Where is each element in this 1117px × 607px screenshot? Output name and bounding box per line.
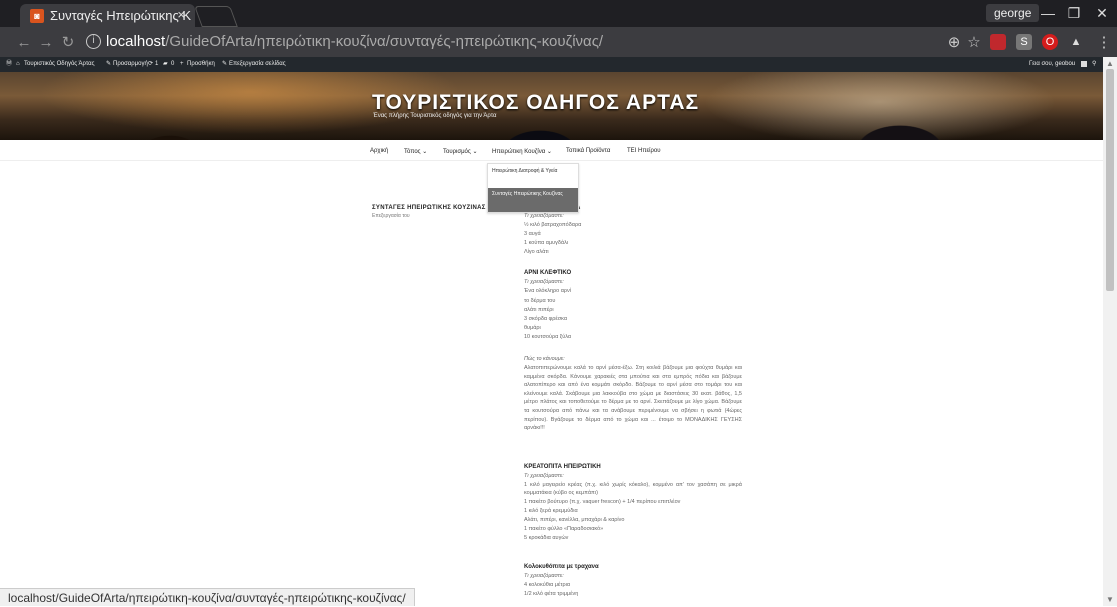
ingredient: το δέρμα του	[524, 298, 556, 304]
menu-dots-icon[interactable]: ⋮	[1094, 33, 1114, 53]
wp-updates-count[interactable]: 1	[155, 57, 158, 72]
home-icon: ⌂	[16, 61, 20, 67]
ingredient: θυμάρι	[524, 325, 541, 331]
edit-link[interactable]: Επεξεργασία του	[372, 213, 410, 219]
site-title[interactable]: ΤΟΥΡΙΣΤΙΚΟΣ ΟΔΗΓΟΣ ΑΡΤΑΣ	[372, 91, 699, 115]
plus-icon: +	[180, 61, 184, 67]
recipe-need-label: Τι χρειαζόμαστε:	[524, 213, 564, 219]
ingredient: 1 κούπα αμυγδάλι	[524, 240, 569, 246]
recipe-need-label: Τι χρειαζόμαστε:	[524, 573, 564, 579]
ingredient: 1 πακέτο βούτυρο (π.χ. vaquer frescon) +…	[524, 499, 681, 505]
customize-icon: ✎	[106, 61, 112, 67]
wp-customize-link[interactable]: Προσαρμογή	[113, 57, 148, 72]
recipe-need-label: Τι χρειαζόμαστε:	[524, 473, 564, 479]
chevron-down-icon: ⌄	[546, 149, 552, 155]
ingredient: Λίγο αλάτι	[524, 249, 549, 255]
scroll-up-icon[interactable]: ▲	[1106, 59, 1114, 68]
ingredient: 4 κολοκύθια μέτρια	[524, 582, 571, 588]
recipe-title: Κολοκυθόπιτα με τραχανα	[524, 564, 599, 570]
ingredient: 1 πακέτο φύλλο «Παραδοσιακό»	[524, 526, 604, 532]
ingredient: 1 κιλό ξερά κρεμμύδια	[524, 508, 578, 514]
wp-admin-bar: Ⓦ ⌂ Τουριστικός Οδηγός Άρτας ✎ Προσαρμογ…	[0, 57, 1103, 72]
comments-icon: ▰	[163, 61, 168, 67]
ingredient: Ένα ολόκληρο αρνί	[524, 288, 572, 294]
zoom-icon[interactable]: ⊕	[944, 33, 964, 53]
wp-new-link[interactable]: Προσθήκη	[187, 57, 215, 72]
recipe-how-label: Πώς το κάνουμε:	[524, 356, 565, 362]
reload-icon[interactable]: ↻	[58, 33, 78, 53]
submenu-item-recipes[interactable]: Συνταγές Ηπειρώτικης Κουζίνας	[488, 188, 578, 212]
divider	[0, 160, 1103, 161]
main-navigation: Αρχική Τόπος ⌄ Τουρισμός ⌄ Ηπειρώτικη Κο…	[0, 146, 1103, 159]
menu-item-local-products[interactable]: Τοπικά Προϊόντα	[566, 148, 610, 154]
address-bar[interactable]: i localhost/GuideOfArta/ηπειρώτικη-κουζί…	[80, 31, 985, 53]
extension-s-icon[interactable]: S	[1016, 34, 1032, 50]
wp-greeting[interactable]: Γεια σου, geobou	[1029, 57, 1075, 72]
close-window-icon[interactable]: ✕	[1088, 2, 1116, 24]
wp-comments-count[interactable]: 0	[171, 57, 174, 72]
url-path: /GuideOfArta/ηπειρώτικη-κουζίνα/συνταγές…	[165, 33, 604, 50]
menu-item-label: Τουρισμός	[443, 149, 471, 155]
back-icon[interactable]: ←	[14, 33, 34, 53]
cuisine-submenu: Ηπειρώτικη Διατροφή & Υγεία Συνταγές Ηπε…	[487, 163, 579, 213]
ingredient: ½ κιλό βατραχοπόδαρα	[524, 222, 582, 228]
wp-search-icon[interactable]: ⚲	[1092, 57, 1096, 72]
chevron-down-icon: ⌄	[422, 149, 428, 155]
opera-icon[interactable]: O	[1042, 34, 1058, 50]
menu-item-place[interactable]: Τόπος ⌄	[404, 148, 427, 155]
page-title: ΣΥΝΤΑΓΕΣ ΗΠΕΙΡΩΤΙΚΗΣ ΚΟΥΖΙΝΑΣ	[372, 205, 486, 211]
recipe-need-label: Τι χρειαζόμαστε:	[524, 279, 564, 285]
status-bar-url: localhost/GuideOfArta/ηπειρώτικη-κουζίνα…	[0, 588, 415, 606]
recipe-title: ΚΡΕΑΤΟΠΙΤΑ ΗΠΕΙΡΩΤΙΚΗ	[524, 464, 601, 470]
minimize-icon[interactable]: —	[1034, 2, 1062, 24]
ingredient: Αλάτι, πιπέρι, κανέλλα, μπαχάρι & καρίνο	[524, 517, 625, 523]
ingredient: αλάτι πιπέρι	[524, 307, 554, 313]
scroll-thumb[interactable]	[1106, 69, 1114, 291]
browser-toolbar: ← → ↻ i localhost/GuideOfArta/ηπειρώτικη…	[0, 27, 1117, 57]
tab-title: Συνταγές Ηπειρώτικης Κ	[50, 8, 191, 23]
menu-item-label: Ηπειρώτικη Κουζίνα	[492, 149, 546, 155]
ingredient: 1/2 κιλό φέτα τριμμένη	[524, 591, 579, 597]
edit-icon: ✎	[222, 61, 228, 67]
submenu-item-diet[interactable]: Ηπειρώτικη Διατροφή & Υγεία	[492, 168, 576, 175]
ingredient: 3 σκόρδα φρέσκα	[524, 316, 568, 322]
menu-item-tei[interactable]: ΤΕΙ Ηπείρου	[627, 148, 661, 154]
site-tagline: Ένας πλήρης Τουριστικός οδηγός για την Ά…	[373, 113, 497, 119]
tab-close-icon[interactable]: ×	[177, 7, 185, 22]
site-info-icon[interactable]: i	[86, 34, 101, 49]
browser-tab[interactable]: ◙ Συνταγές Ηπειρώτικης Κ ×	[20, 4, 195, 27]
ingredient: 5 κροκάδια αυγών	[524, 535, 569, 541]
bookmark-star-icon[interactable]: ☆	[964, 33, 984, 53]
new-tab-button[interactable]	[194, 6, 238, 27]
url-host: localhost	[106, 33, 166, 50]
wp-logo-icon[interactable]: Ⓦ	[6, 57, 12, 72]
submenu-item-label: Συνταγές Ηπειρώτικης Κουζίνας	[492, 191, 563, 197]
profile-button[interactable]: george	[986, 4, 1040, 22]
recipe-instructions: Αλατοπιπερώνουμε καλά το αρνί μέσα-έξω. …	[524, 365, 742, 432]
ingredient: 3 αυγά	[524, 231, 541, 237]
menu-item-label: Τόπος	[404, 149, 421, 155]
page-scrollbar[interactable]: ▲ ▼	[1103, 57, 1117, 606]
browser-tab-strip: ◙ Συνταγές Ηπειρώτικης Κ × george — ❐ ✕	[0, 0, 1117, 27]
ingredient: 10 κουτσούρα ξύλα	[524, 334, 572, 340]
avatar[interactable]	[1081, 61, 1087, 67]
drive-icon[interactable]: ▲	[1068, 34, 1084, 50]
updates-icon: ⟳	[148, 61, 154, 67]
site-favicon-icon: ◙	[30, 8, 44, 23]
forward-icon[interactable]: →	[36, 33, 56, 53]
recipe-title: ΑΡΝΙ ΚΛΕΦΤΙΚΟ	[524, 270, 572, 276]
wp-edit-page-link[interactable]: Επεξεργασία σελίδας	[229, 57, 286, 72]
chevron-down-icon: ⌄	[472, 149, 478, 155]
menu-item-home[interactable]: Αρχική	[370, 148, 388, 154]
wp-site-link[interactable]: Τουριστικός Οδηγός Άρτας	[24, 57, 95, 72]
extension-red-icon[interactable]	[990, 34, 1006, 50]
scroll-down-icon[interactable]: ▼	[1106, 595, 1114, 604]
menu-item-cuisine[interactable]: Ηπειρώτικη Κουζίνα ⌄	[492, 148, 552, 155]
maximize-icon[interactable]: ❐	[1060, 2, 1088, 24]
ingredient: 1 κιλό μαγειρείο κρέας (π.χ. κιλό χωρίς …	[524, 482, 742, 497]
menu-item-tourism[interactable]: Τουρισμός ⌄	[443, 148, 477, 155]
